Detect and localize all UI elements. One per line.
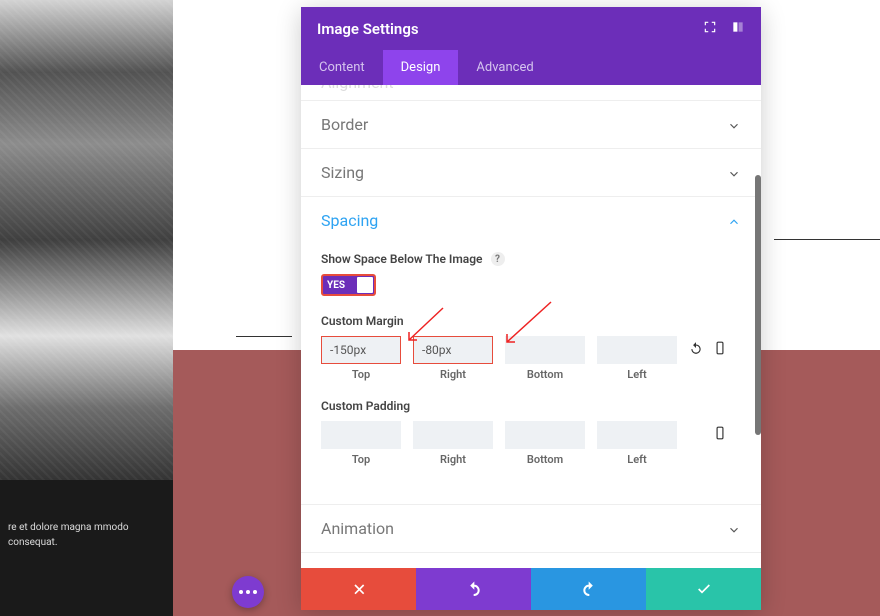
tab-content[interactable]: Content (301, 50, 383, 85)
cancel-button[interactable] (301, 568, 416, 610)
margin-row: Top Right Bottom Left (321, 336, 741, 381)
snap-icon[interactable] (731, 19, 745, 38)
section-animation-label: Animation (321, 519, 394, 538)
section-sizing[interactable]: Sizing (301, 149, 761, 196)
section-spacing-label: Spacing (321, 211, 378, 230)
section-border-label: Border (321, 115, 368, 134)
chevron-down-icon (727, 522, 741, 536)
margin-top-input[interactable] (321, 336, 401, 364)
panel-footer (301, 568, 761, 610)
custom-margin-label: Custom Margin (321, 314, 741, 328)
divider-left (236, 336, 292, 337)
toggle-value: YES (323, 280, 345, 291)
show-space-label: Show Space Below The Image ? (321, 252, 741, 266)
section-border[interactable]: Border (301, 101, 761, 148)
help-icon[interactable]: ? (491, 252, 505, 266)
margin-right-label: Right (440, 368, 466, 381)
margin-bottom-input[interactable] (505, 336, 585, 364)
padding-top-input[interactable] (321, 421, 401, 449)
toggle-knob (357, 277, 373, 293)
section-spacing[interactable]: Spacing (301, 197, 761, 244)
expand-icon[interactable] (703, 19, 717, 38)
scrollbar-thumb[interactable] (755, 175, 761, 435)
custom-padding-label: Custom Padding (321, 399, 741, 413)
show-space-toggle[interactable]: YES (321, 274, 376, 296)
margin-top-label: Top (352, 368, 370, 381)
responsive-icon[interactable] (713, 340, 727, 359)
header-actions (703, 19, 745, 38)
tab-design[interactable]: Design (383, 50, 459, 85)
section-sizing-label: Sizing (321, 163, 364, 182)
responsive-icon[interactable] (713, 425, 727, 444)
margin-left-input[interactable] (597, 336, 677, 364)
padding-row: Top Right Bottom Left (321, 421, 741, 466)
padding-top-label: Top (352, 453, 370, 466)
spacing-panel: Show Space Below The Image ? YES Custom … (301, 244, 761, 504)
margin-left-label: Left (627, 368, 646, 381)
padding-bottom-label: Bottom (527, 453, 563, 466)
settings-panel: Image Settings Content Design Advanced A… (301, 7, 761, 610)
bg-photo (0, 0, 173, 480)
padding-right-label: Right (440, 453, 466, 466)
margin-right-input[interactable] (413, 336, 493, 364)
margin-bottom-label: Bottom (527, 368, 563, 381)
truncated-section: Alignment (301, 85, 761, 100)
panel-body[interactable]: Alignment Border Sizing Spacing Show Spa… (301, 85, 761, 568)
lorem-text: re et dolore magna mmodo consequat. (8, 520, 173, 550)
padding-left-label: Left (627, 453, 646, 466)
reset-icon[interactable] (689, 340, 703, 359)
section-animation[interactable]: Animation (301, 505, 761, 552)
tabs: Content Design Advanced (301, 50, 761, 85)
fab-button[interactable] (232, 576, 264, 608)
undo-button[interactable] (416, 568, 531, 610)
padding-right-input[interactable] (413, 421, 493, 449)
redo-button[interactable] (531, 568, 646, 610)
padding-left-input[interactable] (597, 421, 677, 449)
tab-advanced[interactable]: Advanced (458, 50, 551, 85)
panel-header: Image Settings (301, 7, 761, 50)
welcome-heading: W (266, 281, 299, 323)
chevron-down-icon (727, 118, 741, 132)
padding-bottom-input[interactable] (505, 421, 585, 449)
divider-right (774, 239, 880, 240)
chevron-down-icon (727, 166, 741, 180)
chevron-up-icon (727, 214, 741, 228)
panel-title: Image Settings (317, 20, 419, 38)
save-button[interactable] (646, 568, 761, 610)
